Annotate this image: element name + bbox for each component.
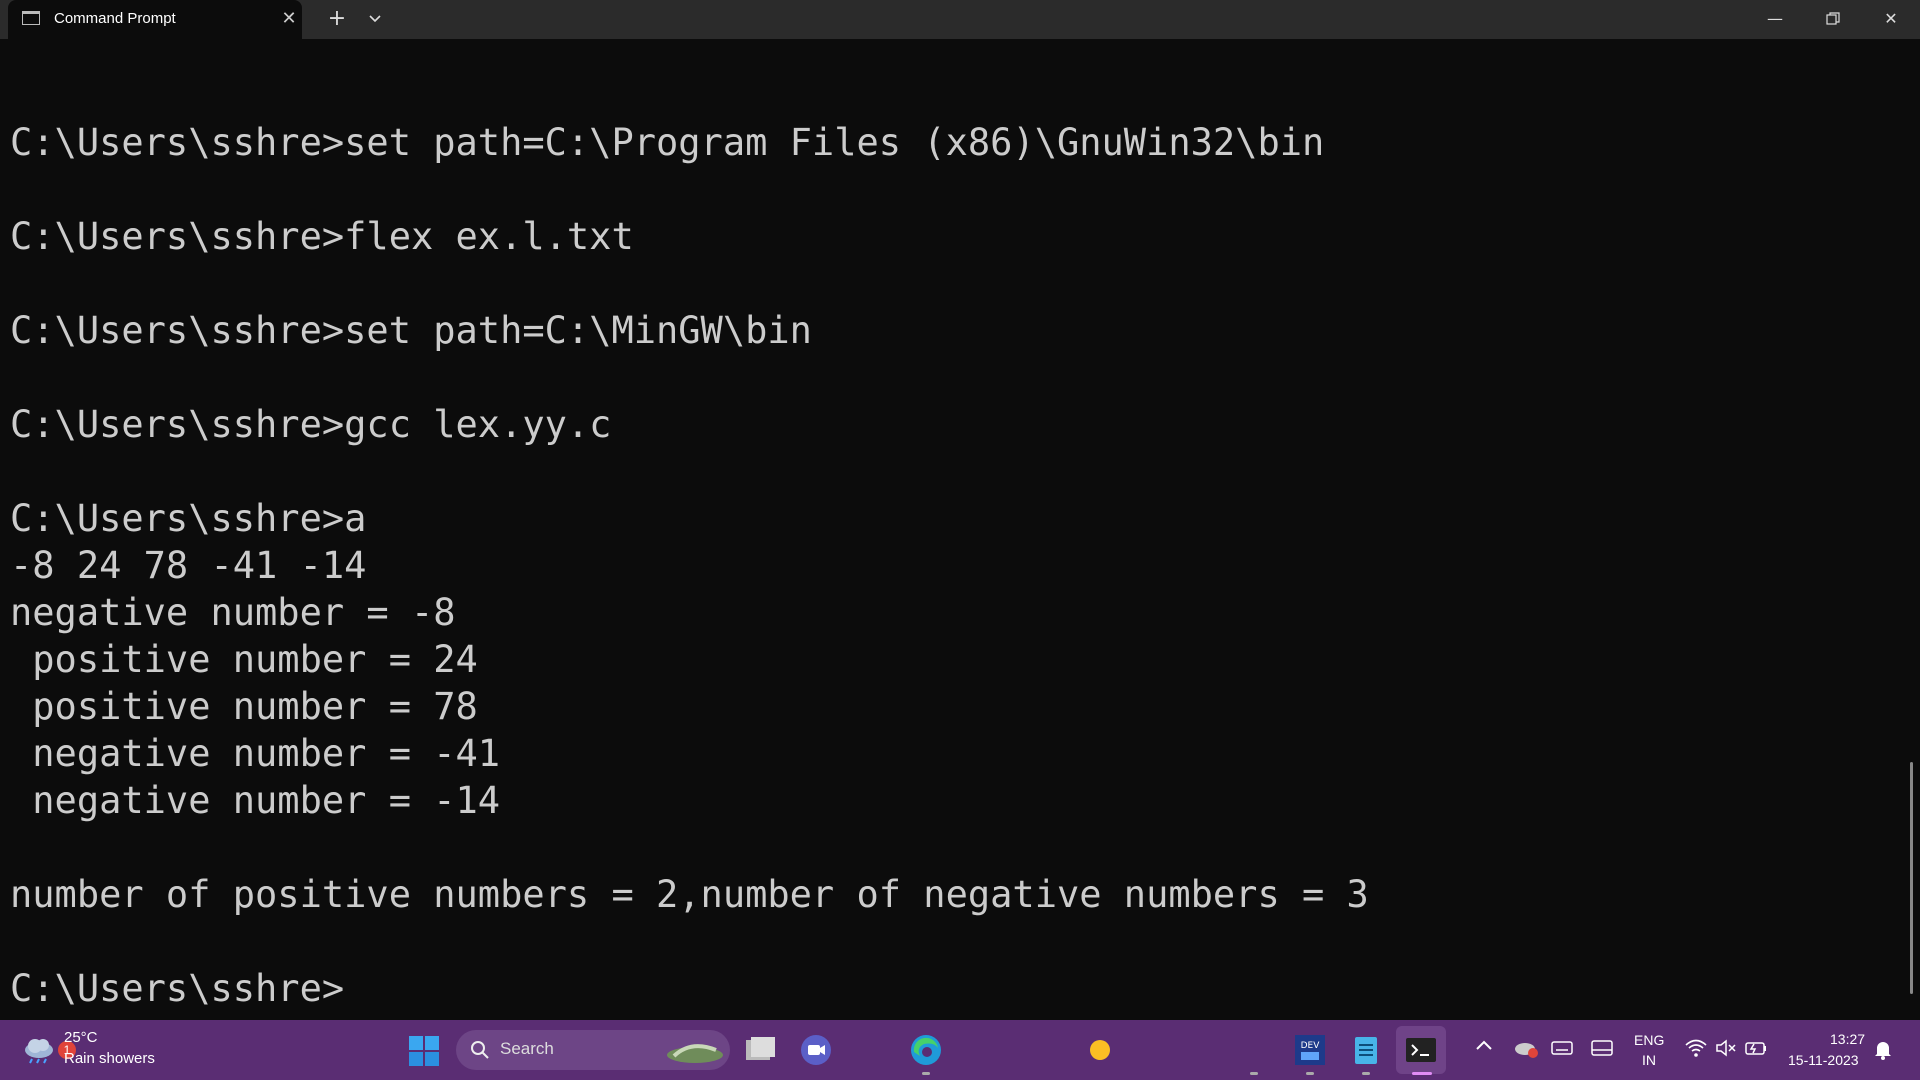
title-bar: Command Prompt ✕ + — ✕ [0, 0, 1920, 39]
terminal-line: negative number = -41 [10, 732, 501, 775]
tab-close-button[interactable]: ✕ [276, 5, 302, 33]
terminal-line: positive number = 78 [10, 685, 478, 728]
volume-muted-icon[interactable] [1714, 1036, 1738, 1060]
search-label: Search [500, 1039, 554, 1058]
terminal-line: C:\Users\sshre>a [10, 497, 367, 540]
tab-title: Command Prompt [54, 10, 176, 27]
terminal-icon [1406, 1038, 1436, 1062]
weather-temperature[interactable]: 25°C [64, 1029, 98, 1046]
tab-command-prompt[interactable]: Command Prompt ✕ [8, 0, 302, 39]
terminal-line: C:\Users\sshre>set path=C:\Program Files… [10, 121, 1325, 164]
minimize-button[interactable]: — [1746, 0, 1804, 39]
restore-icon [1826, 12, 1840, 25]
language-region[interactable]: IN [1642, 1052, 1656, 1068]
tab-dropdown-button[interactable] [360, 5, 390, 33]
terminal-line: C:\Users\sshre>set path=C:\MinGW\bin [10, 309, 812, 352]
terminal-line: -8 24 78 -41 -14 [10, 544, 367, 587]
weather-description[interactable]: Rain showers [64, 1050, 155, 1067]
terminal-line: positive number = 24 [10, 638, 478, 681]
onedrive-icon[interactable] [1512, 1034, 1540, 1062]
search-highlight-art-icon [667, 1044, 723, 1063]
display-icon[interactable] [1590, 1036, 1614, 1060]
svg-text:DEV: DEV [1301, 1041, 1321, 1051]
sun-icon[interactable] [1082, 1032, 1118, 1068]
language-indicator[interactable]: ENG [1634, 1032, 1664, 1048]
rain-cloud-icon [25, 1039, 53, 1064]
file-explorer-icon[interactable] [742, 1032, 778, 1068]
clock-date[interactable]: 15-11-2023 [1788, 1052, 1859, 1068]
taskbar-running-indicator [922, 1072, 930, 1075]
taskbar-running-indicator [1362, 1072, 1370, 1075]
new-tab-button[interactable]: + [322, 5, 352, 33]
battery-icon[interactable] [1744, 1036, 1768, 1060]
dev-home-icon[interactable]: DEV [1292, 1032, 1328, 1068]
terminal-scrollbar[interactable] [1910, 762, 1913, 994]
windows-start-icon[interactable] [408, 1035, 440, 1067]
terminal-line: C:\Users\sshre>flex ex.l.txt [10, 215, 634, 258]
wifi-icon[interactable] [1684, 1036, 1708, 1060]
notepad-icon[interactable] [1348, 1032, 1384, 1068]
terminal-output[interactable]: C:\Users\sshre>set path=C:\Program Files… [10, 39, 1900, 1019]
terminal-line: number of positive numbers = 2,number of… [10, 873, 1369, 916]
edge-browser-icon[interactable] [908, 1032, 944, 1068]
video-meet-icon[interactable] [798, 1032, 834, 1068]
terminal-tab-icon [22, 11, 40, 25]
search-box[interactable]: Search [456, 1030, 730, 1070]
terminal-line: negative number = -14 [10, 779, 501, 822]
clock-time[interactable]: 13:27 [1830, 1031, 1865, 1047]
chevron-up-icon[interactable] [1472, 1034, 1496, 1058]
taskbar-active-indicator [1412, 1072, 1432, 1075]
terminal-prompt: C:\Users\sshre> [10, 967, 345, 1010]
terminal-line: C:\Users\sshre>gcc lex.yy.c [10, 403, 612, 446]
keyboard-icon[interactable] [1550, 1036, 1574, 1060]
weather-cloud-icon[interactable]: 1 [22, 1034, 76, 1064]
maximize-button[interactable] [1804, 0, 1862, 39]
taskbar-running-indicator [1306, 1072, 1314, 1075]
taskbar: 1 25°C Rain showers Search DEV ENG IN 13… [0, 1020, 1920, 1080]
chevron-down-icon [369, 15, 381, 23]
close-button[interactable]: ✕ [1862, 0, 1920, 39]
terminal-line: negative number = -8 [10, 591, 456, 634]
notification-bell-icon[interactable] [1872, 1038, 1894, 1060]
search-icon [471, 1041, 489, 1059]
terminal-taskbar-button[interactable] [1396, 1026, 1446, 1074]
taskbar-running-indicator [1250, 1072, 1258, 1075]
